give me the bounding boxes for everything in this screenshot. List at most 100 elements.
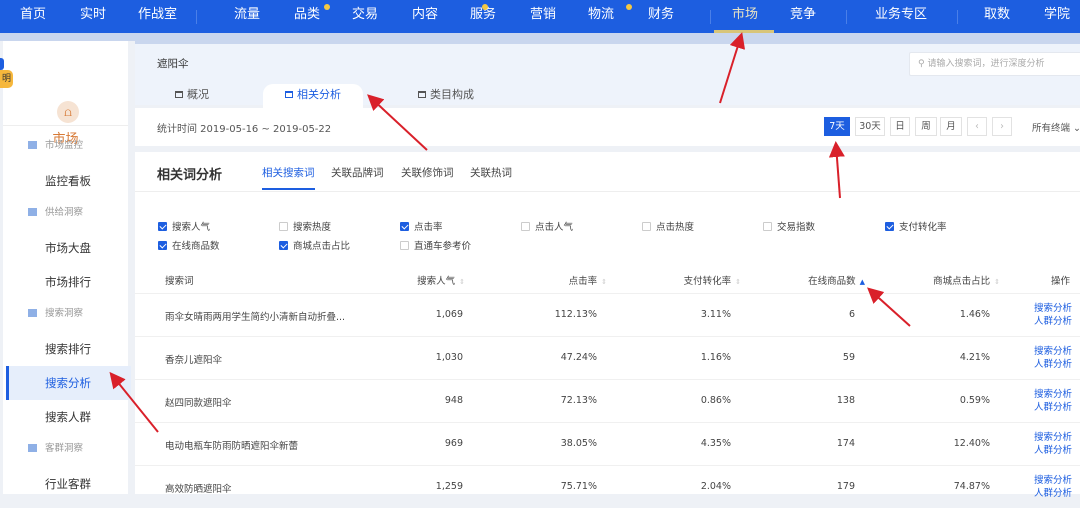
checkbox[interactable]: 点击人气 — [521, 219, 573, 233]
folder-icon — [28, 208, 37, 216]
keyword-cell[interactable]: 电动电瓶车防雨防晒遮阳伞新蕾 — [165, 438, 298, 452]
keyword-cell[interactable]: 雨伞女晴雨两用学生简约小清新自动折叠... — [165, 309, 345, 323]
column-header[interactable]: 商城点击占比 ⇕ — [933, 273, 1000, 287]
sidebar-item[interactable]: 市场大盘 — [6, 231, 131, 265]
period-month[interactable]: 月 — [940, 117, 962, 136]
checkbox-label: 商城点击占比 — [293, 241, 351, 252]
sort-icon[interactable]: ⇕ — [601, 278, 607, 286]
checkbox-box[interactable] — [400, 241, 409, 250]
checkbox[interactable]: 支付转化率 — [885, 219, 947, 233]
period-day[interactable]: 日 — [890, 117, 910, 136]
group-title: 供给洞察 — [45, 207, 84, 218]
bag-icon — [175, 91, 183, 98]
op-link-crowd-analysis[interactable]: 人群分析 — [1034, 444, 1072, 457]
nav-item[interactable]: 首页 — [20, 0, 46, 33]
checkbox-box[interactable] — [521, 222, 530, 231]
checkbox[interactable]: 搜索人气 — [158, 219, 210, 233]
sidebar-item[interactable]: 行业客群 — [6, 467, 131, 501]
panel-tab[interactable]: 关联品牌词 — [331, 165, 384, 180]
search-input[interactable]: ⚲ 请输入搜索词，进行深度分析 — [909, 52, 1080, 76]
sort-icon[interactable]: ⇕ — [735, 278, 741, 286]
op-link-search-analysis[interactable]: 搜索分析 — [1034, 431, 1072, 444]
sidebar-group-0: 市场监控 — [28, 137, 83, 151]
op-link-crowd-analysis[interactable]: 人群分析 — [1034, 358, 1072, 371]
checkbox-box[interactable] — [400, 222, 409, 231]
badge[interactable]: 明 — [0, 70, 13, 88]
op-link-search-analysis[interactable]: 搜索分析 — [1034, 474, 1072, 487]
checkbox-box[interactable] — [158, 222, 167, 231]
checkbox[interactable]: 点击热度 — [642, 219, 694, 233]
panel-tab[interactable]: 关联热词 — [470, 165, 512, 180]
nav-item[interactable]: 学院 — [1044, 0, 1070, 33]
column-header[interactable]: 点击率 ⇕ — [569, 273, 607, 287]
op-link-crowd-analysis[interactable]: 人群分析 — [1034, 401, 1072, 414]
op-link-search-analysis[interactable]: 搜索分析 — [1034, 388, 1072, 401]
nav-item[interactable]: 实时 — [80, 0, 106, 33]
sidebar-item[interactable]: 搜索分析 — [6, 366, 131, 400]
checkbox-box[interactable] — [763, 222, 772, 231]
checkbox-box[interactable] — [885, 222, 894, 231]
operations: 搜索分析 人群分析 — [1034, 474, 1072, 500]
checkbox[interactable]: 搜索热度 — [279, 219, 331, 233]
tab-overview[interactable]: 概况 — [175, 84, 235, 108]
operations: 搜索分析 人群分析 — [1034, 302, 1072, 328]
column-header[interactable]: 搜索人气 ⇕ — [417, 273, 465, 287]
checkbox[interactable]: 点击率 — [400, 219, 443, 233]
nav-item[interactable]: 流量 — [234, 0, 260, 33]
market-chart-icon: ⩍ — [57, 101, 79, 123]
nav-item[interactable]: 内容 — [412, 0, 438, 33]
notification-dot — [626, 4, 632, 10]
column-header[interactable]: 在线商品数 ▲ — [808, 273, 865, 287]
checkbox-box[interactable] — [642, 222, 651, 231]
nav-item[interactable]: 取数 — [984, 0, 1010, 33]
value-cell: 4.35% — [700, 438, 731, 449]
keyword-cell[interactable]: 香奈儿遮阳伞 — [165, 352, 222, 366]
checkbox[interactable]: 交易指数 — [763, 219, 815, 233]
nav-item[interactable]: 作战室 — [138, 0, 177, 33]
panel-tab[interactable]: 关联修饰词 — [401, 165, 454, 180]
value-cell: 948 — [444, 395, 463, 406]
checkbox[interactable]: 商城点击占比 — [279, 238, 350, 252]
prev-button[interactable]: ‹ — [967, 117, 987, 136]
keyword-cell[interactable]: 赵四同款遮阳伞 — [165, 395, 232, 409]
sidebar-edge-tab[interactable] — [0, 58, 4, 70]
nav-item[interactable]: 物流 — [588, 0, 614, 33]
nav-item[interactable]: 市场 — [732, 0, 758, 33]
value-cell: 12.40% — [953, 438, 990, 449]
checkbox[interactable]: 直通车参考价 — [400, 238, 471, 252]
sidebar-item[interactable]: 市场排行 — [6, 265, 131, 299]
op-link-search-analysis[interactable]: 搜索分析 — [1034, 302, 1072, 315]
tab-related-analysis[interactable]: 相关分析 — [263, 84, 363, 108]
group-title: 客群洞察 — [45, 443, 84, 454]
nav-item[interactable]: 品类 — [294, 0, 320, 33]
checkbox-box[interactable] — [279, 222, 288, 231]
header-label: 在线商品数 — [808, 276, 856, 287]
column-header[interactable]: 支付转化率 ⇕ — [684, 273, 741, 287]
nav-item[interactable]: 业务专区 — [875, 0, 927, 33]
sort-icon[interactable]: ▲ — [860, 278, 865, 286]
period-30d[interactable]: 30天 — [855, 117, 885, 136]
sort-icon[interactable]: ⇕ — [994, 278, 1000, 286]
folder-icon — [28, 444, 37, 452]
sidebar-item[interactable]: 搜索排行 — [6, 332, 131, 366]
op-link-search-analysis[interactable]: 搜索分析 — [1034, 345, 1072, 358]
sort-icon[interactable]: ⇕ — [459, 278, 465, 286]
sidebar-item[interactable]: 搜索人群 — [6, 400, 131, 434]
tab-category[interactable]: 类目构成 — [418, 84, 498, 108]
period-7d[interactable]: 7天 — [824, 117, 850, 136]
nav-item[interactable]: 交易 — [352, 0, 378, 33]
terminal-select[interactable]: 所有终端 ⌄ — [1032, 120, 1080, 134]
checkbox[interactable]: 在线商品数 — [158, 238, 220, 252]
period-week[interactable]: 周 — [915, 117, 937, 136]
panel-tab[interactable]: 相关搜索词 — [262, 165, 315, 190]
nav-item[interactable]: 财务 — [648, 0, 674, 33]
checkbox-box[interactable] — [279, 241, 288, 250]
nav-item[interactable]: 营销 — [530, 0, 556, 33]
next-button[interactable]: › — [992, 117, 1012, 136]
op-link-crowd-analysis[interactable]: 人群分析 — [1034, 315, 1072, 328]
keyword-cell[interactable]: 高效防晒遮阳伞 — [165, 481, 232, 495]
sidebar-item[interactable]: 监控看板 — [6, 164, 131, 198]
checkbox-box[interactable] — [158, 241, 167, 250]
value-cell: 0.86% — [700, 395, 731, 406]
nav-item[interactable]: 竞争 — [790, 0, 816, 33]
